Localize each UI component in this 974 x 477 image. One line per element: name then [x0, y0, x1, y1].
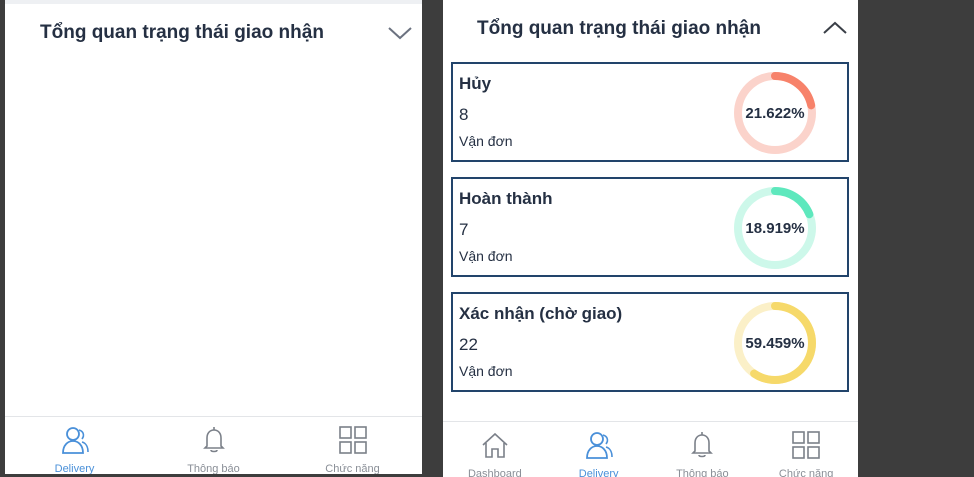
card-label: Hoàn thành — [459, 189, 553, 208]
donut-chart: 59.459% — [733, 301, 817, 385]
nav-label: Thông báo — [676, 468, 729, 477]
bottom-navigation: Dashboard Delivery Thông báo Chức năng — [443, 421, 858, 477]
card-unit: Vận đơn — [459, 363, 513, 379]
delivery-person-icon — [61, 427, 89, 454]
section-title: Tổng quan trạng thái giao nhận — [477, 18, 761, 39]
bell-icon — [691, 432, 714, 458]
percent-label: 18.919% — [745, 219, 805, 237]
nav-notifications[interactable]: Thông báo — [144, 417, 283, 474]
card-unit: Vận đơn — [459, 248, 513, 264]
status-card-cancelled[interactable]: Hủy 8 Vận đơn 21.622% — [451, 62, 849, 162]
nav-functions[interactable]: Chức năng — [754, 422, 858, 477]
card-count: 22 — [459, 335, 478, 354]
status-card-completed[interactable]: Hoàn thành 7 Vận đơn 18.919% — [451, 177, 849, 277]
card-label: Hủy — [459, 74, 492, 93]
nav-label: Chức năng — [778, 468, 834, 477]
card-label: Xác nhận (chờ giao) — [459, 304, 623, 323]
section-header-collapsed[interactable]: Tổng quan trạng thái giao nhận — [5, 8, 422, 58]
section-title: Tổng quan trạng thái giao nhận — [40, 22, 324, 43]
nav-label: Delivery — [578, 468, 619, 477]
bell-icon — [202, 427, 225, 453]
chevron-down-icon[interactable] — [387, 25, 413, 41]
grid-icon — [792, 431, 820, 459]
nav-notifications[interactable]: Thông báo — [651, 422, 755, 477]
card-count: 8 — [459, 105, 469, 124]
card-count: 7 — [459, 220, 469, 239]
nav-label: Dashboard — [467, 468, 522, 477]
chevron-up-icon[interactable] — [822, 20, 848, 36]
grid-icon — [338, 426, 367, 454]
nav-dashboard[interactable]: Dashboard — [443, 422, 547, 477]
section-header-expanded[interactable]: Tổng quan trạng thái giao nhận — [443, 4, 858, 54]
nav-delivery[interactable]: Delivery — [5, 417, 144, 474]
donut-chart: 18.919% — [733, 186, 817, 270]
bottom-navigation: Delivery Thông báo Chức năng — [5, 416, 422, 474]
card-unit: Vận đơn — [459, 133, 513, 149]
nav-label: Delivery — [54, 463, 95, 474]
percent-label: 21.622% — [745, 104, 805, 122]
home-icon — [482, 432, 508, 458]
nav-functions[interactable]: Chức năng — [283, 417, 422, 474]
status-card-awaiting-delivery[interactable]: Xác nhận (chờ giao) 22 Vận đơn 59.459% — [451, 292, 849, 392]
donut-chart: 21.622% — [733, 71, 817, 155]
delivery-person-icon — [585, 432, 613, 459]
nav-delivery[interactable]: Delivery — [547, 422, 651, 477]
nav-label: Chức năng — [325, 463, 380, 474]
percent-label: 59.459% — [745, 334, 805, 352]
nav-label: Thông báo — [187, 463, 240, 474]
left-phone-screen: Tổng quan trạng thái giao nhận Delivery … — [5, 0, 422, 474]
right-phone-screen: Tổng quan trạng thái giao nhận Hủy 8 Vận… — [443, 0, 858, 477]
